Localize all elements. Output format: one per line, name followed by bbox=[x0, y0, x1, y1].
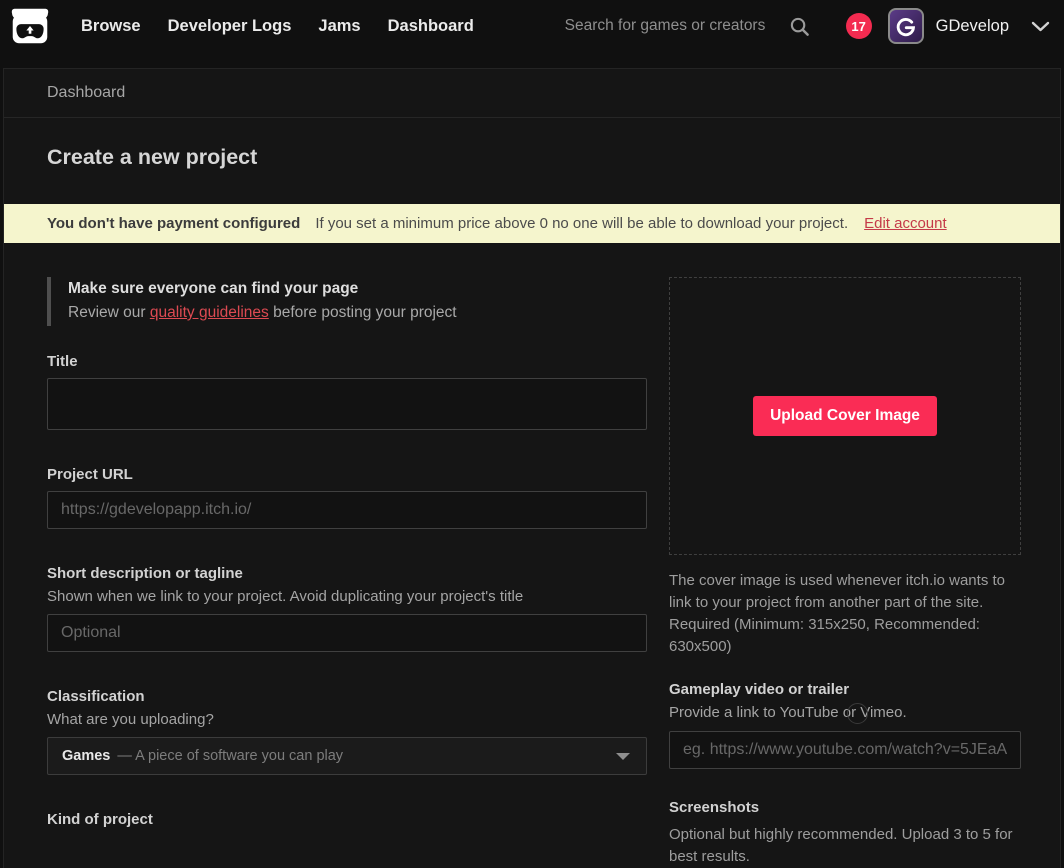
title-input[interactable] bbox=[47, 378, 647, 430]
search-icon[interactable] bbox=[789, 16, 810, 37]
nav-link-jams[interactable]: Jams bbox=[318, 17, 360, 36]
page-title: Create a new project bbox=[47, 145, 1017, 170]
project-url-field: Project URL bbox=[47, 466, 647, 529]
quality-guidelines-link[interactable]: quality guidelines bbox=[150, 304, 269, 321]
payment-warning-banner: You don't have payment configured If you… bbox=[4, 204, 1060, 243]
classification-selected-value: Games bbox=[62, 748, 110, 764]
gameplay-video-hint: Provide a link to YouTube or Vimeo. bbox=[669, 704, 1021, 721]
title-label: Title bbox=[47, 353, 647, 370]
form-content: Make sure everyone can find your page Re… bbox=[4, 243, 1060, 868]
kind-of-project-field: Kind of project bbox=[47, 811, 647, 828]
callout-subtitle: Review our quality guidelines before pos… bbox=[68, 304, 647, 322]
classification-hint: What are you uploading? bbox=[47, 711, 647, 728]
banner-bold-text: You don't have payment configured bbox=[47, 215, 300, 232]
gameplay-video-input[interactable] bbox=[669, 731, 1021, 769]
nav-link-browse[interactable]: Browse bbox=[81, 17, 141, 36]
avatar[interactable] bbox=[888, 8, 924, 44]
itch-io-logo-icon[interactable] bbox=[8, 6, 52, 46]
tagline-hint: Shown when we link to your project. Avoi… bbox=[47, 588, 647, 605]
chevron-down-icon[interactable] bbox=[1031, 21, 1050, 32]
search-input[interactable] bbox=[563, 16, 781, 36]
username-label[interactable]: GDevelop bbox=[936, 17, 1009, 36]
screenshots-label: Screenshots bbox=[669, 799, 1021, 816]
breadcrumb-dashboard[interactable]: Dashboard bbox=[47, 84, 125, 102]
upload-cover-image-button[interactable]: Upload Cover Image bbox=[753, 396, 937, 436]
nav-link-developer-logs[interactable]: Developer Logs bbox=[168, 17, 292, 36]
screenshots-hint: Optional but highly recommended. Upload … bbox=[669, 824, 1021, 868]
tagline-label: Short description or tagline bbox=[47, 565, 647, 582]
form-left-column: Make sure everyone can find your page Re… bbox=[47, 277, 647, 868]
project-url-input[interactable] bbox=[47, 491, 647, 529]
tagline-field: Short description or tagline Shown when … bbox=[47, 565, 647, 652]
nav-link-dashboard[interactable]: Dashboard bbox=[388, 17, 474, 36]
form-right-column: Upload Cover Image The cover image is us… bbox=[669, 277, 1021, 868]
callout-pre-text: Review our bbox=[68, 304, 150, 321]
classification-label: Classification bbox=[47, 688, 647, 705]
page-container: Dashboard Create a new project You don't… bbox=[3, 68, 1061, 868]
classification-selected-desc: — A piece of software you can play bbox=[117, 748, 343, 764]
gameplay-video-field bbox=[669, 731, 1021, 769]
callout-post-text: before posting your project bbox=[269, 304, 457, 321]
gdevelop-g-icon bbox=[894, 15, 917, 38]
cover-image-dropzone[interactable]: Upload Cover Image bbox=[669, 277, 1021, 555]
project-url-label: Project URL bbox=[47, 466, 647, 483]
nav-search bbox=[563, 16, 810, 37]
kind-of-project-label: Kind of project bbox=[47, 811, 647, 828]
page-header: Create a new project bbox=[4, 118, 1060, 204]
cover-image-hint: The cover image is used whenever itch.io… bbox=[669, 570, 1021, 658]
gameplay-video-hint-text: Provide a link to YouTube or Vimeo. bbox=[669, 704, 907, 721]
breadcrumb-row: Dashboard bbox=[4, 69, 1060, 118]
tagline-input[interactable] bbox=[47, 614, 647, 652]
edit-account-link[interactable]: Edit account bbox=[864, 215, 947, 232]
top-nav: Browse Developer Logs Jams Dashboard 17 … bbox=[0, 0, 1064, 52]
quality-callout: Make sure everyone can find your page Re… bbox=[47, 277, 647, 326]
caret-down-icon bbox=[616, 753, 630, 760]
callout-title: Make sure everyone can find your page bbox=[68, 280, 647, 298]
classification-select[interactable]: Games — A piece of software you can play bbox=[47, 737, 647, 775]
gameplay-video-label: Gameplay video or trailer bbox=[669, 681, 1021, 698]
classification-field: Classification What are you uploading? G… bbox=[47, 688, 647, 775]
title-field: Title bbox=[47, 353, 647, 430]
banner-message: If you set a minimum price above 0 no on… bbox=[315, 215, 848, 232]
notification-badge[interactable]: 17 bbox=[846, 13, 872, 39]
